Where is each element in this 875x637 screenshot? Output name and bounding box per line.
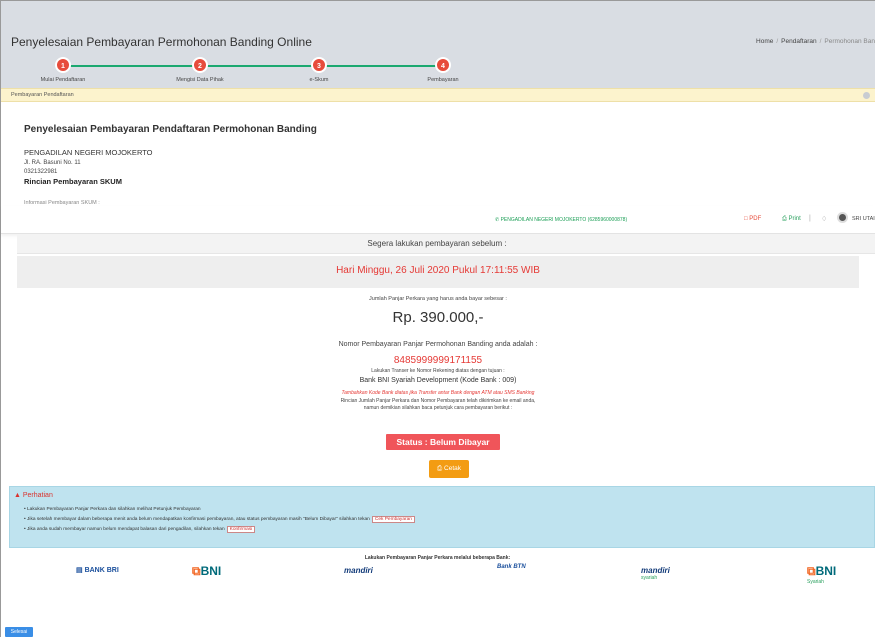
alert-item-2: • Jika setelah membayar dalam beberapa m… — [24, 516, 415, 523]
header: Penyelesaian Pembayaran Permohonan Bandi… — [1, 1, 875, 99]
bank-mandiri-syariah-logo: mandiri syariah — [641, 566, 670, 581]
step-1: 1 Mulai Pendaftaran — [18, 57, 108, 83]
print-label: Print — [788, 216, 801, 222]
pdf-label: PDF — [749, 216, 762, 222]
before-strip: Segera lakukan pembayaran sebelum : — [17, 234, 875, 254]
court-address: Jl. RA. Basuni No. 11 — [24, 160, 81, 166]
bni-syariah-sub: Syariah — [807, 579, 824, 585]
bank-btn-logo: Bank BTN — [497, 564, 526, 570]
email-note-1: Rincian Jumlah Panjar Perkara dan Nomor … — [340, 398, 536, 404]
bni-text: BNI — [200, 564, 222, 578]
alert-item-1: • Lakukan Pembayaran Panjar Perkara dan … — [24, 507, 201, 512]
breadcrumb: Home / Pendaftaran / Permohonan Ban — [756, 38, 875, 45]
whatsapp-court-link[interactable]: ✆ PENGADILAN NEGERI MOJOKERTO (628596000… — [495, 217, 627, 223]
court-info: Penyelesaian Pembayaran Pendaftaran Perm… — [24, 124, 317, 186]
court-phone: 0321322981 — [24, 169, 58, 175]
print-button[interactable]: ⎙ Print — [782, 216, 801, 223]
bank-bri-logo: ▤ BANK BRI — [76, 567, 119, 574]
payment-number: 8485999999171155 — [393, 355, 483, 366]
bank-mandiri-logo: mandiri — [344, 566, 373, 575]
step-label: Mulai Pendaftaran — [40, 77, 86, 83]
status-badge: Status : Belum Dibayar — [386, 434, 500, 450]
step-3: 3 e-Skum — [274, 57, 364, 83]
divider: | — [809, 215, 811, 222]
alert-item-2-text: Jika setelah membayar dalam beberapa men… — [27, 517, 370, 522]
step-label: e-Skum — [309, 77, 329, 83]
step-circle: 2 — [192, 57, 208, 73]
cetak-button[interactable]: ⎙ Cetak — [429, 460, 469, 478]
perhatian-alert: ▲ Perhatian • Lakukan Pembayaran Panjar … — [9, 486, 875, 548]
konfirmasi-button[interactable]: Konfirmasi — [226, 526, 256, 533]
notice-label: Pembayaran Pendaftaran — [11, 92, 74, 98]
step-label: Mengisi Data Pihak — [176, 77, 224, 83]
deadline-text: Hari Minggu, 26 Juli 2020 Pukul 17:11:55… — [336, 265, 540, 276]
alert-item-3: • Jika anda sudah membayar namun belum m… — [24, 526, 256, 533]
step-circle: 1 — [55, 57, 71, 73]
step-label: Pembayaran — [427, 77, 459, 83]
payment-card: Segera lakukan pembayaran sebelum : Hari… — [17, 234, 875, 484]
amount-value: Rp. 390.000,- — [392, 309, 484, 326]
notice-bar: Pembayaran Pendaftaran — [1, 88, 875, 102]
bank-note: Tambahkan Kode Bank diatas jika Transfer… — [341, 390, 535, 396]
wizard-line — [63, 65, 443, 67]
bni-syariah-main: BNI — [815, 564, 837, 578]
alert-item-3-text: Jika anda sudah membayar namun belum men… — [27, 527, 225, 532]
step-circle: 4 — [435, 57, 451, 73]
bri-text: BANK BRI — [84, 567, 119, 574]
bell-icon[interactable]: ♢ — [821, 215, 827, 223]
inner-toolbar: ✆ PENGADILAN NEGERI MOJOKERTO (628596000… — [1, 206, 875, 234]
rincian-heading: Rincian Pembayaran SKUM — [24, 177, 122, 186]
alert-title-text: Perhatian — [22, 492, 53, 499]
step-4: 4 Pembayaran — [398, 57, 488, 83]
deadline-box: Hari Minggu, 26 Juli 2020 Pukul 17:11:55… — [17, 256, 859, 288]
email-note-2: namun demikian silahkan baca petunjuk ca… — [363, 405, 513, 411]
bank-bni-logo: ⧉BNI — [192, 564, 222, 578]
selesai-button[interactable]: Selesai — [5, 627, 33, 637]
collapse-icon[interactable] — [863, 92, 870, 99]
step-circle: 3 — [311, 57, 327, 73]
banks-title: Lakukan Pembayaran Panjar Perkara melalu… — [364, 555, 511, 561]
user-name[interactable]: SRI UTAI — [852, 216, 875, 222]
transfer-label: Lakukan Transer ke Nomor Rekening diatas… — [371, 368, 505, 374]
alert-item-1-text: Lakukan Pembayaran Panjar Perkara dan si… — [27, 507, 201, 512]
alert-title: ▲ Perhatian — [14, 492, 53, 499]
breadcrumb-current: Permohonan Ban — [824, 38, 875, 45]
content-heading: Penyelesaian Pembayaran Pendaftaran Perm… — [24, 124, 317, 135]
page-title: Penyelesaian Pembayaran Permohonan Bandi… — [11, 35, 312, 49]
bank-name: Bank BNI Syariah Development (Kode Bank … — [359, 377, 517, 384]
breadcrumb-pendaftaran[interactable]: Pendaftaran — [781, 38, 816, 45]
pdf-button[interactable]: □ PDF — [744, 216, 761, 222]
step-2: 2 Mengisi Data Pihak — [155, 57, 245, 83]
cek-pembayaran-button[interactable]: Cek Pembayaran — [371, 516, 415, 523]
mandiri-syariah-main: mandiri — [641, 566, 670, 575]
mandiri-syariah-sub: syariah — [641, 575, 658, 581]
amount-label: Jumlah Panjar Perkara yang harus anda ba… — [369, 296, 507, 302]
avatar[interactable] — [837, 212, 848, 223]
before-text: Segera lakukan pembayaran sebelum : — [367, 239, 507, 248]
bank-bni-syariah-logo: ⧉BNI Syariah — [807, 564, 837, 585]
court-name: PENGADILAN NEGERI MOJOKERTO — [24, 148, 153, 157]
cetak-label: Cetak — [444, 465, 461, 472]
payment-number-label: Nomor Pembayaran Panjar Permohonan Bandi… — [338, 341, 538, 348]
court-link-label: PENGADILAN NEGERI MOJOKERTO (62859600008… — [500, 217, 628, 223]
email-note: Rincian Jumlah Panjar Perkara dan Nomor … — [17, 398, 859, 412]
wizard-steps: 1 Mulai Pendaftaran 2 Mengisi Data Pihak 3… — [1, 57, 521, 87]
breadcrumb-home[interactable]: Home — [756, 38, 773, 45]
